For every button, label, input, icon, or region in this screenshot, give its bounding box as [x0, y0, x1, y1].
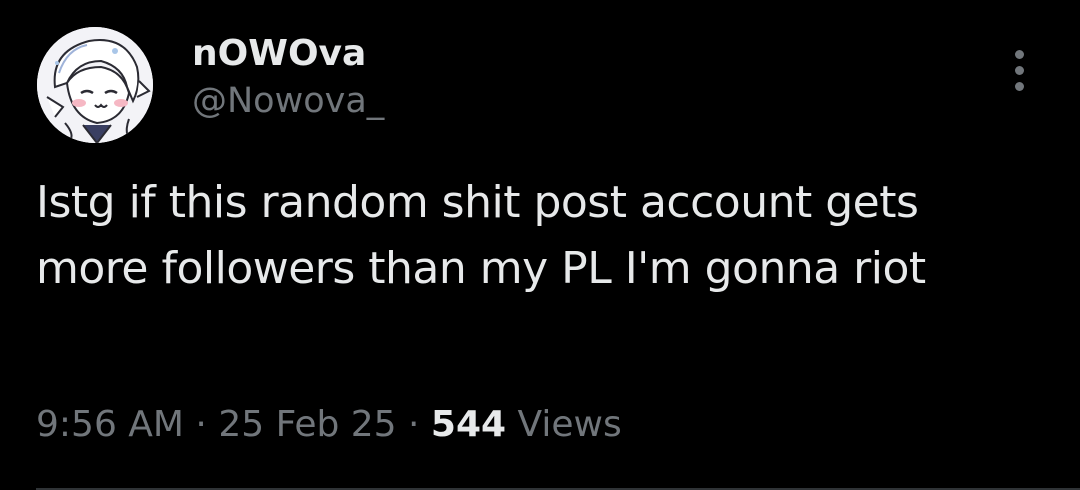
avatar[interactable] [37, 27, 153, 143]
more-options-button[interactable] [1006, 50, 1034, 92]
meta-separator: · [183, 404, 219, 445]
more-vertical-icon-dot [1015, 66, 1024, 75]
author-display-name[interactable]: nOWOva [192, 32, 366, 76]
views-count[interactable]: 544 [431, 404, 506, 445]
tweet-meta: 9:56 AM · 25 Feb 25 · 544 Views [36, 400, 622, 450]
meta-separator: · [396, 404, 431, 445]
avatar-anime-girl-icon [37, 27, 153, 143]
tweet-date[interactable]: 25 Feb 25 [218, 404, 396, 445]
views-label[interactable]: Views [506, 404, 622, 445]
more-vertical-icon-dot [1015, 82, 1024, 91]
more-vertical-icon [1015, 50, 1024, 59]
tweet-text: Istg if this random shit post account ge… [36, 177, 926, 294]
author-handle[interactable]: @Nowova_ [192, 79, 384, 123]
tweet-time[interactable]: 9:56 AM [36, 404, 184, 445]
